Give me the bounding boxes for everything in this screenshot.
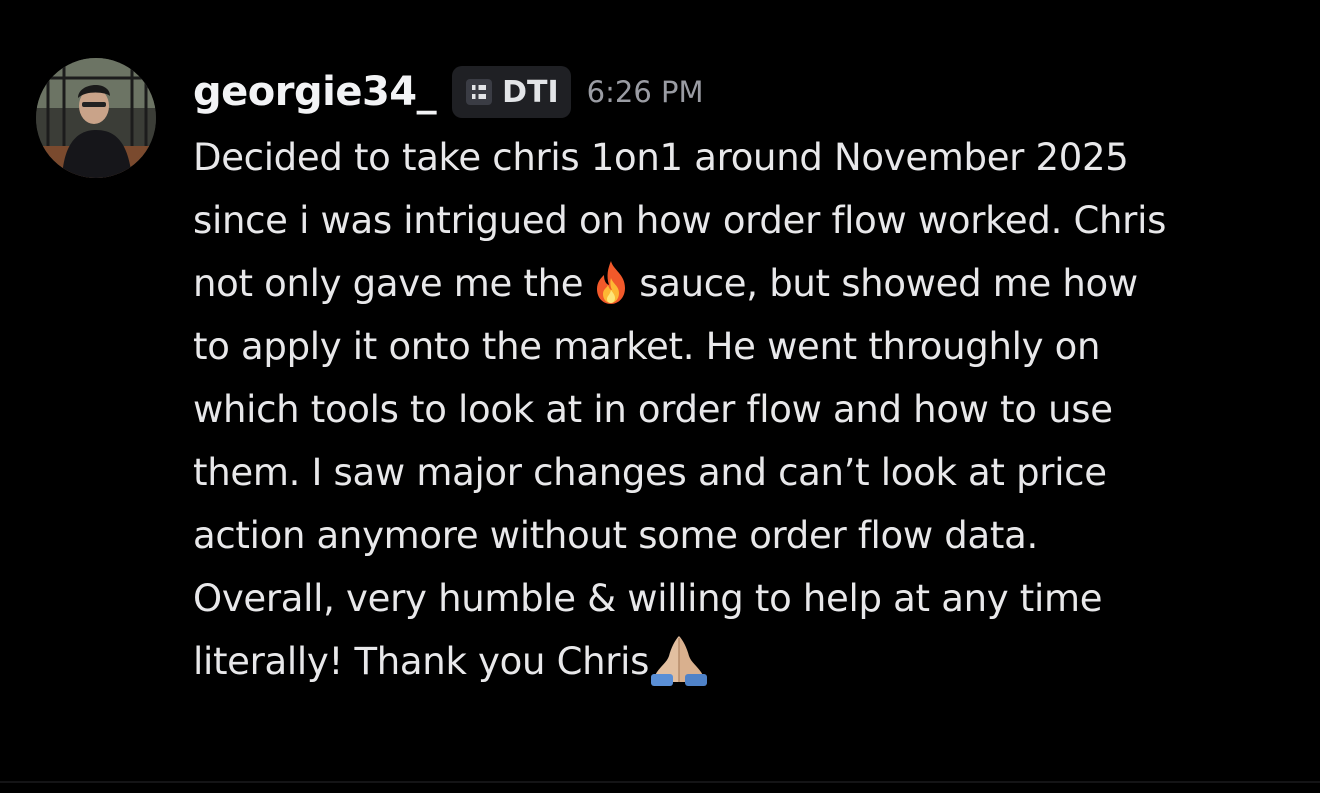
message-timestamp[interactable]: 6:26 PM	[587, 75, 704, 109]
message-line: Decided to take chris 1on1 around Novemb…	[193, 136, 1129, 179]
message-line: which tools to look at in order flow and…	[193, 388, 1113, 431]
message-line-part: not only gave me the	[193, 262, 584, 305]
avatar[interactable]	[36, 58, 156, 178]
message-line: Overall, very humble & willing to help a…	[193, 577, 1103, 620]
chat-message: georgie34_ DTI 6:26 PM Decided to take c…	[0, 0, 1320, 793]
message-line: them. I saw major changes and can’t look…	[193, 451, 1107, 494]
message-content: Decided to take chris 1on1 around Novemb…	[193, 126, 1293, 693]
message-line: not only gave me the sauce, but showed me…	[193, 252, 1293, 315]
message-line: action anymore without some order flow d…	[193, 514, 1038, 557]
message-header: georgie34_ DTI 6:26 PM	[193, 62, 704, 122]
author-username[interactable]: georgie34_	[193, 69, 437, 115]
message-divider	[0, 781, 1320, 783]
message-line-part: literally! Thank you Chris	[193, 640, 650, 683]
dti-guild-icon	[466, 79, 493, 105]
message-line: to apply it onto the market. He went thr…	[193, 325, 1101, 368]
message-line: literally! Thank you Chris	[193, 630, 1293, 693]
guild-tag-label: DTI	[502, 74, 559, 110]
folded-hands-emoji	[649, 634, 709, 686]
message-line-part: sauce, but showed me how	[639, 262, 1138, 305]
fire-emoji	[587, 258, 635, 306]
message-line: since i was intrigued on how order flow …	[193, 199, 1167, 242]
guild-tag[interactable]: DTI	[452, 66, 571, 118]
